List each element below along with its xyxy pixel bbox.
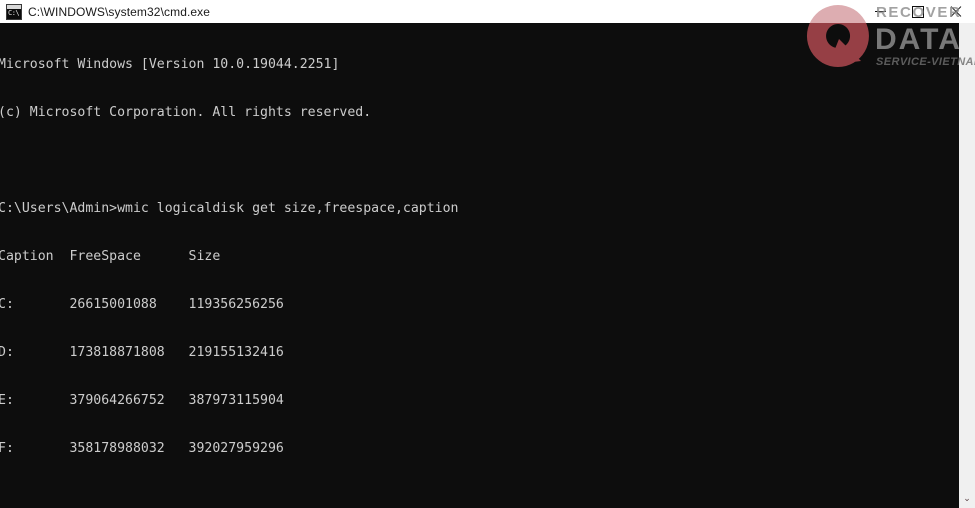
terminal-table-row: C: 26615001088 119356256256 bbox=[0, 297, 284, 312]
terminal-table-row: D: 173818871808 219155132416 bbox=[0, 345, 284, 360]
window-title: C:\WINDOWS\system32\cmd.exe bbox=[28, 4, 211, 19]
close-button[interactable] bbox=[937, 0, 975, 23]
cmd-exe-icon: C:\ bbox=[6, 3, 22, 20]
terminal-output-area[interactable]: Microsoft Windows [Version 10.0.19044.22… bbox=[0, 23, 959, 508]
vertical-scrollbar[interactable]: ⌄ bbox=[959, 23, 975, 508]
maximize-button[interactable] bbox=[899, 0, 937, 23]
terminal-text: Microsoft Windows [Version 10.0.19044.22… bbox=[0, 25, 459, 508]
window-controls bbox=[861, 0, 975, 23]
chevron-down-icon[interactable]: ⌄ bbox=[959, 491, 975, 508]
terminal-table-row: F: 358178988032 392027959296 bbox=[0, 441, 284, 456]
terminal-line: (c) Microsoft Corporation. All rights re… bbox=[0, 105, 372, 120]
terminal-table-header: Caption FreeSpace Size bbox=[0, 249, 221, 264]
terminal-command-line: C:\Users\Admin>wmic logicaldisk get size… bbox=[0, 201, 459, 216]
minimize-button[interactable] bbox=[861, 0, 899, 23]
title-bar[interactable]: C:\ C:\WINDOWS\system32\cmd.exe bbox=[0, 0, 975, 23]
cmd-window: C:\ C:\WINDOWS\system32\cmd.exe Microsof… bbox=[0, 0, 975, 508]
terminal-line: Microsoft Windows [Version 10.0.19044.22… bbox=[0, 57, 340, 72]
cmd-icon-label: C:\ bbox=[8, 8, 20, 17]
terminal-table-row: E: 379064266752 387973115904 bbox=[0, 393, 284, 408]
